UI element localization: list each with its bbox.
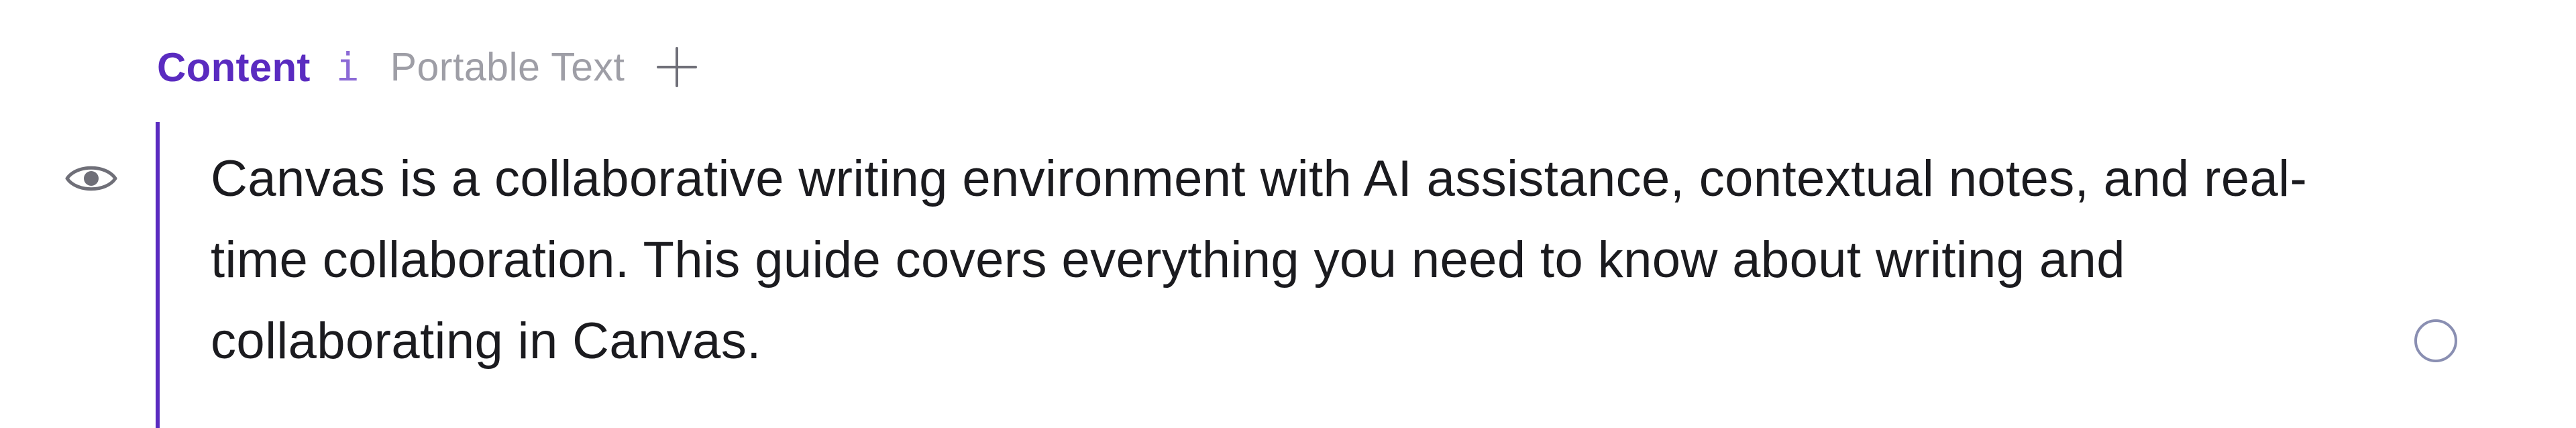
block-left-border: [156, 122, 160, 428]
field-type-label: Portable Text: [390, 45, 625, 89]
block-paragraph[interactable]: Canvas is a collaborative writing enviro…: [211, 138, 2357, 382]
circle-icon[interactable]: [2414, 319, 2457, 362]
field-title: Content: [157, 44, 311, 90]
info-icon[interactable]: i: [336, 48, 360, 87]
add-button[interactable]: [655, 46, 698, 89]
eye-icon[interactable]: [64, 161, 118, 196]
field-header: Content i Portable Text: [157, 42, 698, 93]
plus-icon: [657, 47, 698, 87]
